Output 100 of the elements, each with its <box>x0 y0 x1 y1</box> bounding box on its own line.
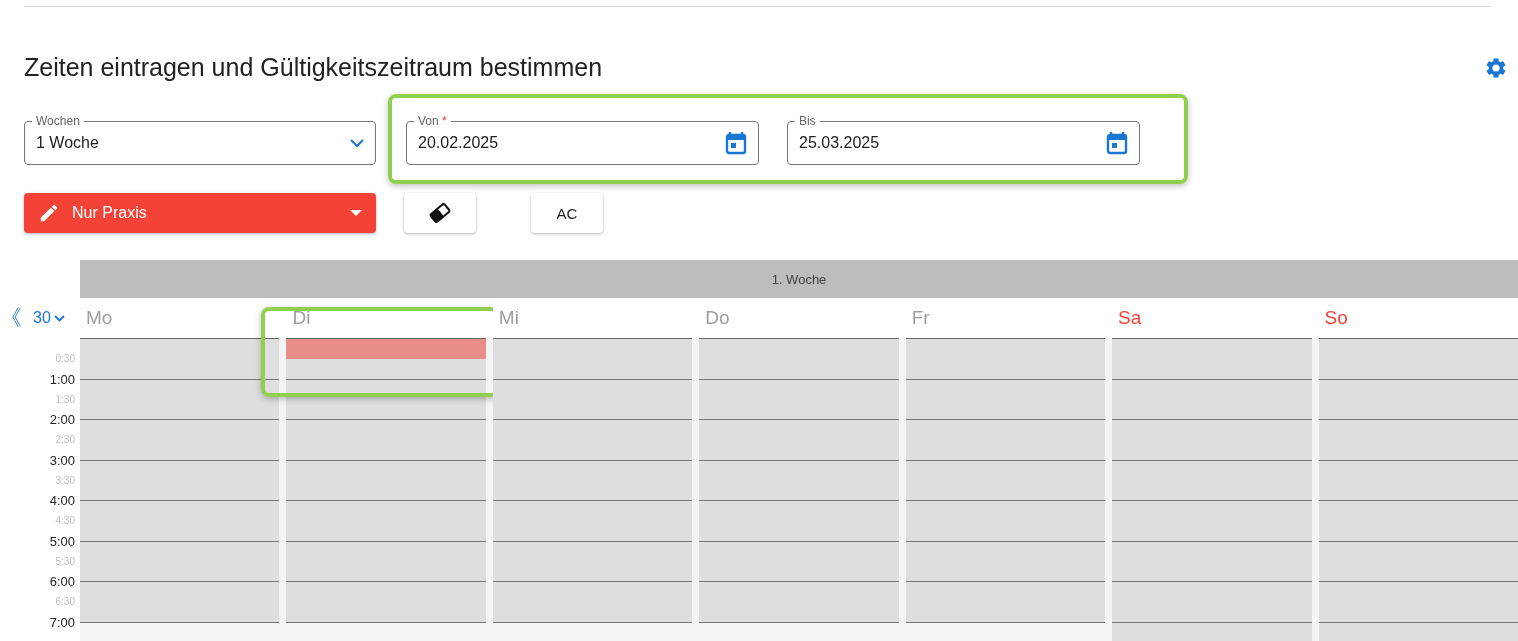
time-slot[interactable] <box>1112 460 1312 481</box>
time-slot[interactable] <box>492 521 693 542</box>
mode-dropdown-button[interactable]: Nur Praxis <box>24 193 376 233</box>
ac-button[interactable]: AC <box>531 193 603 233</box>
time-slot[interactable] <box>1318 561 1518 582</box>
time-slot[interactable] <box>1318 602 1518 623</box>
time-slot[interactable] <box>1112 602 1312 623</box>
time-slot[interactable] <box>80 561 280 582</box>
time-label: 0:30 <box>55 354 75 365</box>
time-slot[interactable] <box>286 460 486 481</box>
time-label: 1:30 <box>55 394 75 405</box>
time-label: 5:00 <box>49 534 75 548</box>
time-slot[interactable] <box>80 460 280 481</box>
eraser-button[interactable] <box>404 193 476 233</box>
time-slot[interactable] <box>80 359 280 380</box>
time-slot[interactable] <box>699 379 899 400</box>
time-slot[interactable] <box>1318 359 1518 380</box>
time-slot[interactable] <box>699 521 899 542</box>
time-slot[interactable] <box>699 561 899 582</box>
time-slot[interactable] <box>80 602 280 623</box>
time-slot[interactable] <box>905 602 1106 623</box>
time-slot[interactable] <box>80 440 280 461</box>
time-label: 6:00 <box>49 575 75 588</box>
time-slot[interactable] <box>1318 440 1518 461</box>
time-slot[interactable] <box>286 541 486 562</box>
time-slot[interactable] <box>1318 460 1518 481</box>
time-label: 2:00 <box>49 413 75 426</box>
chevron-down-icon <box>53 314 65 322</box>
time-block[interactable] <box>286 339 486 360</box>
time-slot[interactable] <box>286 521 486 542</box>
time-slot[interactable] <box>80 521 280 542</box>
time-slot[interactable] <box>492 379 693 400</box>
time-slot[interactable] <box>905 541 1106 562</box>
time-slot[interactable] <box>905 399 1106 420</box>
date-field[interactable]: Bis 25.03.2025 <box>787 113 1140 165</box>
time-slot[interactable] <box>699 602 899 623</box>
time-slot[interactable] <box>286 561 486 582</box>
time-slot[interactable] <box>1318 521 1518 542</box>
time-slot[interactable] <box>1112 399 1312 420</box>
pencil-icon <box>38 202 60 224</box>
time-slot[interactable] <box>80 480 280 501</box>
day-column[interactable] <box>1318 338 1518 641</box>
time-label: 6:30 <box>55 597 75 608</box>
time-label: 3:00 <box>49 453 75 467</box>
time-label: 2:30 <box>55 435 75 446</box>
time-slot[interactable] <box>699 440 899 461</box>
time-slot[interactable] <box>492 399 693 420</box>
time-slot[interactable] <box>492 480 693 501</box>
chevron-down-icon <box>350 138 364 148</box>
time-slot[interactable] <box>1112 480 1312 501</box>
settings-icon[interactable] <box>1484 55 1508 80</box>
time-slot[interactable] <box>492 602 693 623</box>
time-slot[interactable] <box>1318 541 1518 562</box>
time-slot[interactable] <box>1112 440 1312 461</box>
time-slot[interactable] <box>492 561 693 582</box>
time-slot[interactable] <box>905 521 1106 542</box>
time-slot[interactable] <box>905 379 1106 400</box>
time-slot[interactable] <box>905 460 1106 481</box>
page-title: Zeiten eintragen und Gültigkeitszeitraum bestimmen <box>24 53 603 82</box>
weeks-select[interactable]: Wochen 1 Woche <box>24 113 376 165</box>
time-slot[interactable] <box>80 541 280 562</box>
interval-select[interactable]: 30 <box>33 309 65 327</box>
time-slot[interactable] <box>905 359 1106 380</box>
time-slot[interactable] <box>699 460 899 481</box>
time-label: 4:30 <box>55 516 75 527</box>
time-slot[interactable] <box>1318 379 1518 400</box>
time-slot[interactable] <box>286 359 486 380</box>
time-slot[interactable] <box>286 480 486 501</box>
time-slot[interactable] <box>905 561 1106 582</box>
time-slot[interactable] <box>1112 359 1312 380</box>
time-slot[interactable] <box>286 602 486 623</box>
time-slot[interactable] <box>699 541 899 562</box>
time-slot[interactable] <box>905 440 1106 461</box>
time-slot[interactable] <box>492 359 693 380</box>
back-link[interactable]: 《 <box>0 307 33 329</box>
time-slot[interactable] <box>699 480 899 501</box>
time-slot[interactable] <box>1112 521 1312 542</box>
time-slot[interactable] <box>1318 480 1518 501</box>
calendar-icon[interactable] <box>725 131 747 155</box>
day-column[interactable] <box>1112 338 1312 641</box>
time-slot[interactable] <box>1112 561 1312 582</box>
caret-icon <box>350 210 362 216</box>
time-slot[interactable] <box>286 440 486 461</box>
time-slot[interactable] <box>492 460 693 481</box>
time-slot[interactable] <box>1318 399 1518 420</box>
time-label: 3:30 <box>55 475 75 486</box>
time-slot[interactable] <box>80 399 280 420</box>
time-slot[interactable] <box>492 541 693 562</box>
time-label: 4:00 <box>49 494 75 507</box>
time-slot[interactable] <box>286 399 486 420</box>
time-slot[interactable] <box>492 440 693 461</box>
week-header: 1. Woche <box>80 260 1518 298</box>
time-label: 1:00 <box>49 372 75 386</box>
time-slot[interactable] <box>699 359 899 380</box>
date-field[interactable]: Von * 20.02.2025 <box>406 113 759 165</box>
time-slot[interactable] <box>905 480 1106 501</box>
time-slot[interactable] <box>1112 379 1312 400</box>
time-slot[interactable] <box>699 399 899 420</box>
calendar-icon[interactable] <box>1106 131 1128 155</box>
time-slot[interactable] <box>1112 541 1312 562</box>
